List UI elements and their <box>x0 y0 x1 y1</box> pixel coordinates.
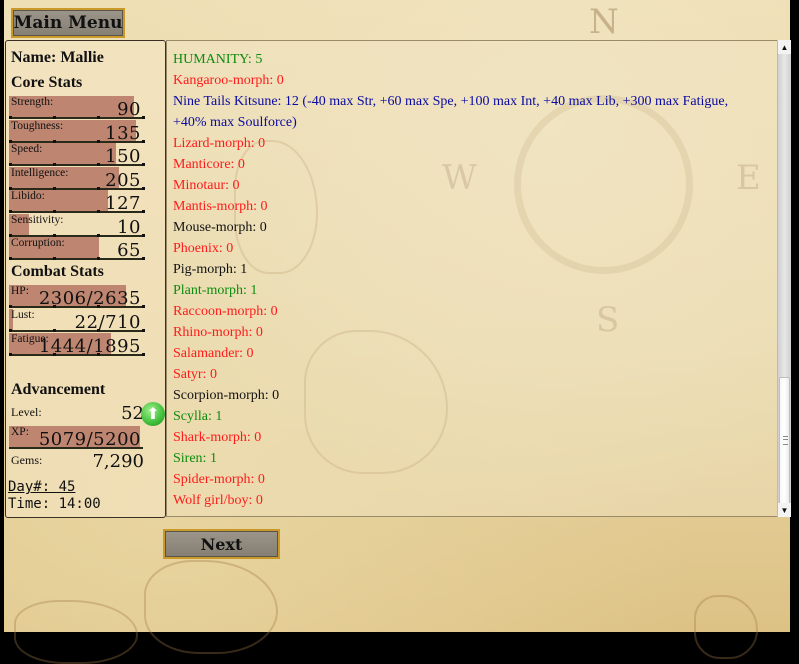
bar-tick <box>141 353 145 356</box>
main-menu-button[interactable]: Main Menu <box>11 8 125 38</box>
intelligence-value: 205 <box>105 169 141 191</box>
bar-tick <box>9 329 12 332</box>
toughness-value: 135 <box>105 122 141 144</box>
bar-tick <box>141 257 145 260</box>
bar-tick <box>9 305 12 308</box>
bar-tick <box>9 353 12 356</box>
stat-bar-corruption: Corruption: 65 <box>9 237 145 261</box>
transformation-score-line: Nine Tails Kitsune: 12 (-40 max Str, +60… <box>173 94 729 130</box>
libido-label: Libido: <box>11 190 45 202</box>
bar-tick <box>53 257 57 260</box>
transformation-score-line: Satyr: 0 <box>173 367 217 382</box>
gems-row: Gems: 7,290 <box>11 451 144 472</box>
advancement-heading: Advancement <box>11 381 106 398</box>
main-text-scrollbar[interactable]: ▲ ▼ <box>777 40 791 517</box>
bar-tick <box>9 257 12 260</box>
stat-bar-intelligence: Intelligence: 205 <box>9 166 145 191</box>
bar-tick <box>141 305 145 308</box>
scroll-thumb[interactable] <box>779 377 790 505</box>
day-counter: Day#: 45 <box>8 479 76 495</box>
transformation-score-line: Siren: 1 <box>173 451 217 466</box>
level-up-button[interactable]: ⬆ <box>141 402 165 426</box>
scroll-up-button[interactable]: ▲ <box>778 40 791 54</box>
stat-bar-xp: XP: 5079/5200 <box>9 426 143 450</box>
level-row: Level: 52 <box>11 403 144 424</box>
corruption-label: Corruption: <box>11 237 65 249</box>
intelligence-label: Intelligence: <box>11 166 69 179</box>
xp-value: 5079/5200 <box>38 429 141 450</box>
stat-bar-sensitivity: Sensitivity: 10 <box>9 213 145 238</box>
transformation-score-line: Rhino-morph: 0 <box>173 325 263 340</box>
map-coastline <box>144 560 278 654</box>
stat-bar-lust: Lust: 22/710 <box>9 309 145 333</box>
hp-label: HP: <box>11 285 29 297</box>
time-display: Time: 14:00 <box>8 496 101 512</box>
arrow-up-icon: ▲ <box>780 42 789 52</box>
lust-value: 22/710 <box>74 312 141 333</box>
stats-panel: Name: Mallie Core Stats Combat Stats Adv… <box>5 40 166 518</box>
transformation-score-line: Shark-morph: 0 <box>173 430 262 445</box>
speed-label: Speed: <box>11 143 43 155</box>
hp-value: 2306/2635 <box>38 288 141 309</box>
bar-tick <box>141 329 145 332</box>
corruption-value: 65 <box>117 240 141 261</box>
next-button[interactable]: Next <box>163 529 280 559</box>
transformation-score-line: Spider-morph: 0 <box>173 472 265 487</box>
combat-stats-heading: Combat Stats <box>11 263 104 280</box>
transformation-score-line: HUMANITY: 5 <box>173 52 263 67</box>
transformation-score-line: Wolf girl/boy: 0 <box>173 493 263 508</box>
transformation-score-line: Mantis-morph: 0 <box>173 199 268 214</box>
main-text-content: HUMANITY: 5 Kangaroo-morph: 0 Nine Tails K… <box>173 49 763 511</box>
stat-bar-toughness: Toughness: 135 <box>9 119 145 144</box>
level-label: Level: <box>11 405 42 419</box>
scroll-track[interactable] <box>778 54 791 505</box>
transformation-score-line: Raccoon-morph: 0 <box>173 304 278 319</box>
main-text-area: HUMANITY: 5 Kangaroo-morph: 0 Nine Tails K… <box>166 40 778 517</box>
strength-label: Strength: <box>11 96 54 108</box>
fatigue-value: 1444/1895 <box>38 336 141 357</box>
stat-bar-speed: Speed: 150 <box>9 143 145 167</box>
transformation-score-line: Pig-morph: 1 <box>173 262 248 277</box>
gems-label: Gems: <box>11 453 43 467</box>
stat-bar-hp: HP: 2306/2635 <box>9 285 145 309</box>
gems-value: 7,290 <box>92 451 144 472</box>
transformation-score-line: Salamander: 0 <box>173 346 254 361</box>
sensitivity-value: 10 <box>117 216 141 238</box>
toughness-label: Toughness: <box>11 119 64 132</box>
transformation-score-line: Scorpion-morph: 0 <box>173 388 280 403</box>
transformation-score-line: Manticore: 0 <box>173 157 245 172</box>
map-coastline <box>694 595 758 659</box>
core-stats-heading: Core Stats <box>11 74 83 91</box>
stat-bar-fatigue: Fatigue: 1444/1895 <box>9 333 145 357</box>
bar-tick <box>53 329 57 332</box>
xp-label: XP: <box>11 426 29 438</box>
strength-value: 90 <box>117 99 141 120</box>
speed-value: 150 <box>105 146 141 167</box>
stat-bar-libido: Libido: 127 <box>9 190 145 214</box>
lust-label: Lust: <box>11 309 35 321</box>
transformation-score-line: Plant-morph: 1 <box>173 283 258 298</box>
map-coastline <box>14 600 138 664</box>
compass-north-label: N <box>589 2 619 42</box>
arrow-down-icon: ▼ <box>780 505 789 515</box>
transformation-score-line: Scylla: 1 <box>173 409 223 424</box>
arrow-up-icon: ⬆ <box>146 406 160 423</box>
transformation-score-line: Minotaur: 0 <box>173 178 240 193</box>
transformation-score-line: Phoenix: 0 <box>173 241 234 256</box>
transformation-score-line: Kangaroo-morph: 0 <box>173 73 284 88</box>
scroll-down-button[interactable]: ▼ <box>778 503 791 517</box>
sensitivity-label: Sensitivity: <box>11 213 64 226</box>
transformation-score-line: Mouse-morph: 0 <box>173 220 267 235</box>
grip-icon <box>783 436 788 445</box>
libido-value: 127 <box>105 193 141 214</box>
stat-bar-strength: Strength: 90 <box>9 96 145 120</box>
transformation-score-line: Lizard-morph: 0 <box>173 136 266 151</box>
bar-tick <box>97 257 101 260</box>
player-name: Name: Mallie <box>11 49 104 66</box>
